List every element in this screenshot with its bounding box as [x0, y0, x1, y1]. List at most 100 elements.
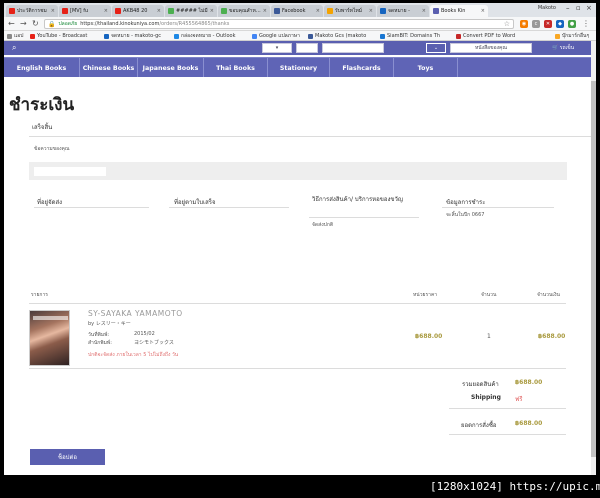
- nav-toys[interactable]: Toys: [394, 58, 458, 78]
- tab-history[interactable]: ประวัติการชม ×: [6, 5, 58, 17]
- bookmarks-bar: แอป YouTube - Broadcast จดหมาย - makoto-…: [4, 31, 596, 41]
- nav-flashcards[interactable]: Flashcards: [330, 58, 394, 78]
- search-filter[interactable]: ▾: [262, 43, 292, 53]
- close-icon[interactable]: ×: [104, 8, 108, 14]
- scrollbar-thumb[interactable]: [591, 81, 596, 457]
- bookmark-makoto[interactable]: Makoto Gcs (makoto: [308, 32, 378, 40]
- forward-icon[interactable]: →: [20, 19, 27, 29]
- profile-name[interactable]: Makoto: [538, 5, 556, 11]
- close-icon[interactable]: ×: [157, 8, 161, 14]
- cart-button[interactable]: 🛒 รถเข็น: [536, 43, 590, 53]
- bookmark-youtube[interactable]: YouTube - Broadcast: [30, 32, 102, 40]
- item-title[interactable]: SY-SAYAKA YAMAMOTO: [88, 309, 183, 318]
- order-total-label: ยอดการสั่งซื้อ: [461, 422, 497, 429]
- tab-mail[interactable]: จดหมาย - ×: [377, 5, 429, 17]
- divider: [34, 207, 149, 208]
- tab-strip: ประวัติการชม × [MV] fu × AKB48 20 × ####…: [4, 3, 596, 17]
- tab-parttime[interactable]: รับพาร์ทไทม์ ×: [324, 5, 376, 17]
- close-window-icon[interactable]: ×: [586, 4, 592, 12]
- bookmark-apps[interactable]: แอป: [7, 32, 29, 40]
- publisher-label: สำนักพิมพ์:: [88, 340, 112, 346]
- mail-icon: [380, 8, 386, 14]
- close-icon[interactable]: ×: [263, 8, 267, 14]
- payment-info-heading: ข้อมูลการชำระ: [446, 199, 486, 206]
- close-icon[interactable]: ×: [369, 8, 373, 14]
- tab-page[interactable]: ##### ไม่มี ×: [165, 5, 217, 17]
- checkout-page: ชำระเงิน เสร็จสิ้น ข้อความของคุณ ที่อยู่…: [4, 77, 591, 475]
- maximize-icon[interactable]: ▫: [576, 4, 581, 12]
- tab-akb48[interactable]: AKB48 20 ×: [112, 5, 164, 17]
- facebook-icon: [274, 8, 280, 14]
- billing-address-heading: ที่อยู่ตามใบเสร็จ: [174, 199, 216, 206]
- extension-icon[interactable]: ●: [568, 20, 576, 28]
- address-bar[interactable]: 🔒 ปลอดภัย https://thailand.kinokuniya.co…: [44, 19, 514, 29]
- lock-icon: 🔒: [48, 20, 56, 28]
- youtube-icon: [9, 8, 15, 14]
- browser-toolbar: ← → ↻ 🔒 ปลอดภัย https://thailand.kinokun…: [4, 17, 596, 31]
- subtotal-label: รวมยอดสินค้า: [462, 381, 499, 388]
- menu-icon[interactable]: ⋮: [582, 20, 590, 28]
- divider: [169, 207, 289, 208]
- order-total-value: ฿688.00: [515, 420, 543, 427]
- shipping-note: ปกติจะจัดส่ง ภายในเวลา 5 ไปไม่ถึงถึง วัน: [88, 352, 179, 358]
- search-field-fragment[interactable]: [296, 43, 318, 53]
- star-icon[interactable]: ☆: [504, 20, 510, 28]
- youtube-icon: [62, 8, 68, 14]
- payment-info-value: จะสิ้นในปีก 0667: [446, 212, 485, 218]
- book-cover-image[interactable]: [29, 310, 70, 366]
- nav-thai-books[interactable]: Thai Books: [204, 58, 268, 78]
- minimize-icon[interactable]: –: [566, 4, 570, 12]
- divider: [29, 136, 591, 137]
- bookmark-outlook[interactable]: กล่องจดหมาย - Outlook: [174, 32, 250, 40]
- published-value: 2015/02: [134, 331, 155, 337]
- nav-chinese-books[interactable]: Chinese Books: [80, 58, 138, 78]
- youtube-icon: [115, 8, 121, 14]
- adblock-icon[interactable]: ✕: [544, 20, 552, 28]
- subtotal-value: ฿688.00: [515, 379, 543, 386]
- close-icon[interactable]: ×: [51, 8, 55, 14]
- tab-kinokuniya[interactable]: Books Kin ×: [430, 5, 488, 17]
- extension-icon[interactable]: ◆: [556, 20, 564, 28]
- close-icon[interactable]: ×: [210, 8, 214, 14]
- item-unit-price: ฿688.00: [415, 333, 443, 340]
- order-status: เสร็จสิ้น: [32, 124, 53, 131]
- divider: [309, 217, 419, 218]
- divider: [449, 408, 566, 409]
- tab-thanks[interactable]: ขอบคุณสำหรับ ×: [218, 5, 270, 17]
- bookmark-other[interactable]: บุ๊กมาร์กอื่นๆ: [555, 32, 595, 40]
- nav-japanese-books[interactable]: Japanese Books: [138, 58, 204, 78]
- bookmark-siambit[interactable]: SiamBIT: Domains Th: [380, 32, 454, 40]
- url-text: https://thailand.kinokuniya.com/orders/R…: [80, 21, 230, 27]
- bookmark-pdf[interactable]: Convert PDF to Word: [456, 32, 532, 40]
- divider: [442, 207, 554, 208]
- page-icon: [221, 8, 227, 14]
- bookmark-mail[interactable]: จดหมาย - makoto-gc: [104, 32, 172, 40]
- back-icon[interactable]: ←: [8, 19, 15, 29]
- nav-stationery[interactable]: Stationery: [268, 58, 330, 78]
- close-icon[interactable]: ×: [316, 8, 320, 14]
- watermark-text: [1280x1024] https://upic.me/: [430, 480, 600, 493]
- search-icon[interactable]: ⌕: [12, 43, 16, 53]
- youtube-icon: [30, 33, 35, 39]
- account-select[interactable]: หนังสือของคุณ: [450, 43, 532, 53]
- continue-shopping-button[interactable]: ช็อปต่อ: [30, 449, 105, 465]
- rss-icon[interactable]: ◉: [520, 20, 528, 28]
- message-field: [34, 167, 106, 176]
- reload-icon[interactable]: ↻: [32, 19, 39, 29]
- chevron-down-icon[interactable]: ⌄: [426, 43, 446, 53]
- site-header: ⌕ ▾ ⌄ หนังสือของคุณ 🛒 รถเข็น: [4, 41, 592, 55]
- mail-icon: [104, 33, 109, 39]
- tab-mv[interactable]: [MV] fu ×: [59, 5, 111, 17]
- close-icon[interactable]: ×: [422, 8, 426, 14]
- published-label: วันที่พิมพ์:: [88, 332, 110, 338]
- col-item: รายการ: [31, 292, 48, 298]
- shipping-address-heading: ที่อยู่จัดส่ง: [37, 199, 63, 206]
- advanced-search-button[interactable]: [322, 43, 384, 53]
- shipping-label: Shipping: [471, 394, 501, 401]
- close-icon[interactable]: ×: [481, 8, 485, 14]
- divider: [449, 434, 566, 435]
- css-icon[interactable]: c: [532, 20, 540, 28]
- nav-english-books[interactable]: English Books: [4, 58, 80, 78]
- bookmark-translate[interactable]: Google แปลภาษา: [252, 32, 306, 40]
- tab-facebook[interactable]: Facebook ×: [271, 5, 323, 17]
